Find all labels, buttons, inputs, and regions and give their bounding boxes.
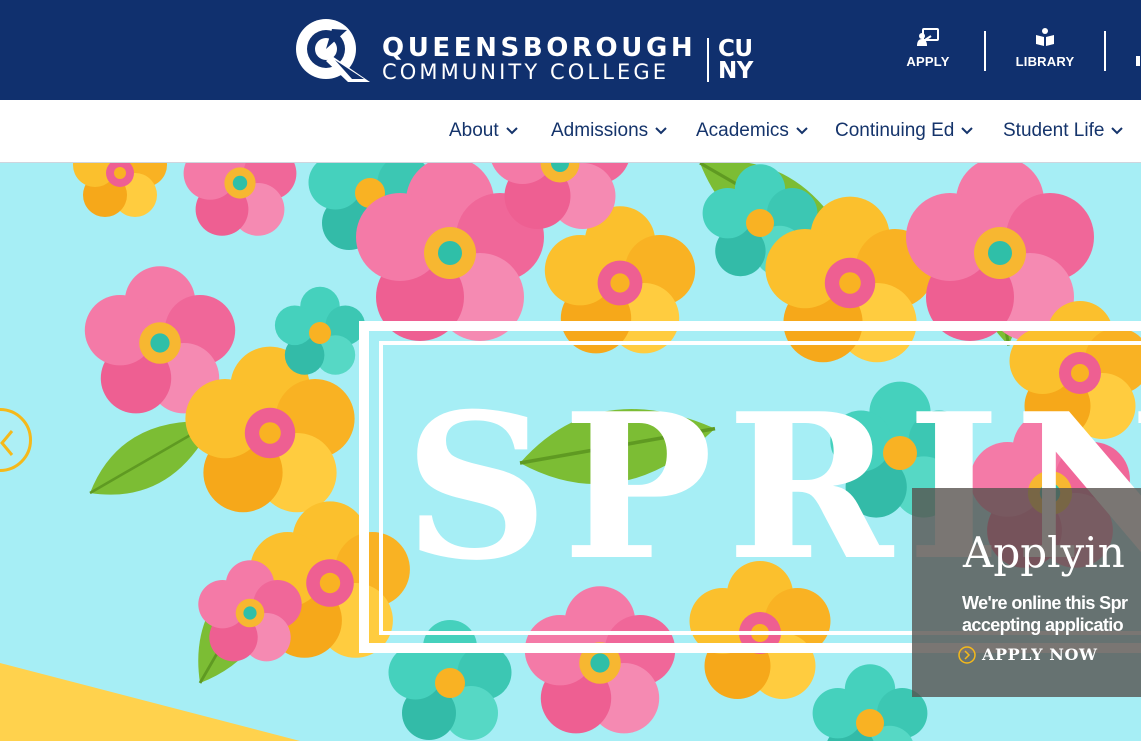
- chevron-down-icon: [1111, 127, 1124, 135]
- chevron-left-icon: [0, 430, 14, 456]
- caption-body: We're online this Spr accepting applicat…: [962, 593, 1128, 635]
- apply-now-link[interactable]: APPLY NOW: [958, 645, 1098, 664]
- nav-about[interactable]: About: [449, 120, 519, 142]
- nav-student-life[interactable]: Student Life: [1003, 120, 1124, 142]
- chevron-down-icon: [655, 127, 667, 135]
- top-header: QUEENSBOROUGH COMMUNITY COLLEGE CU NY AP…: [0, 0, 1141, 100]
- nav-admissions[interactable]: Admissions: [551, 120, 668, 142]
- apply-icon: [917, 28, 939, 46]
- apply-link[interactable]: APPLY: [900, 28, 956, 69]
- apply-now-label: APPLY NOW: [982, 645, 1098, 664]
- library-label: LIBRARY: [1015, 54, 1075, 69]
- utility-divider: [1104, 31, 1106, 71]
- arrow-circle-right-icon: [958, 645, 976, 664]
- logo-line1: QUEENSBOROUGH: [382, 33, 697, 63]
- nav-continuing-ed[interactable]: Continuing Ed: [835, 120, 974, 142]
- library-icon: [1036, 28, 1054, 46]
- cuny-logo: CU NY: [718, 36, 753, 84]
- chevron-down-icon: [796, 127, 808, 135]
- caption-title: Applyin: [963, 528, 1125, 577]
- hero-carousel: SPRIN Applyin We're online this Spr acce…: [0, 163, 1141, 741]
- q-logo-icon: [296, 19, 370, 82]
- college-logo[interactable]: QUEENSBOROUGH COMMUNITY COLLEGE CU NY: [292, 16, 767, 86]
- slide-caption: Applyin We're online this Spr accepting …: [912, 488, 1141, 697]
- nav-academics[interactable]: Academics: [696, 120, 809, 142]
- chevron-down-icon: [961, 127, 974, 135]
- logo-divider: [707, 38, 709, 82]
- apply-label: APPLY: [906, 54, 950, 69]
- chevron-down-icon: [505, 127, 518, 135]
- utility-link-partial[interactable]: [1136, 56, 1140, 66]
- utility-divider: [984, 31, 986, 71]
- logo-line2: COMMUNITY COLLEGE: [382, 60, 670, 84]
- library-link[interactable]: LIBRARY: [1008, 28, 1082, 69]
- main-nav: About Admissions Academics Continuing Ed…: [0, 100, 1141, 163]
